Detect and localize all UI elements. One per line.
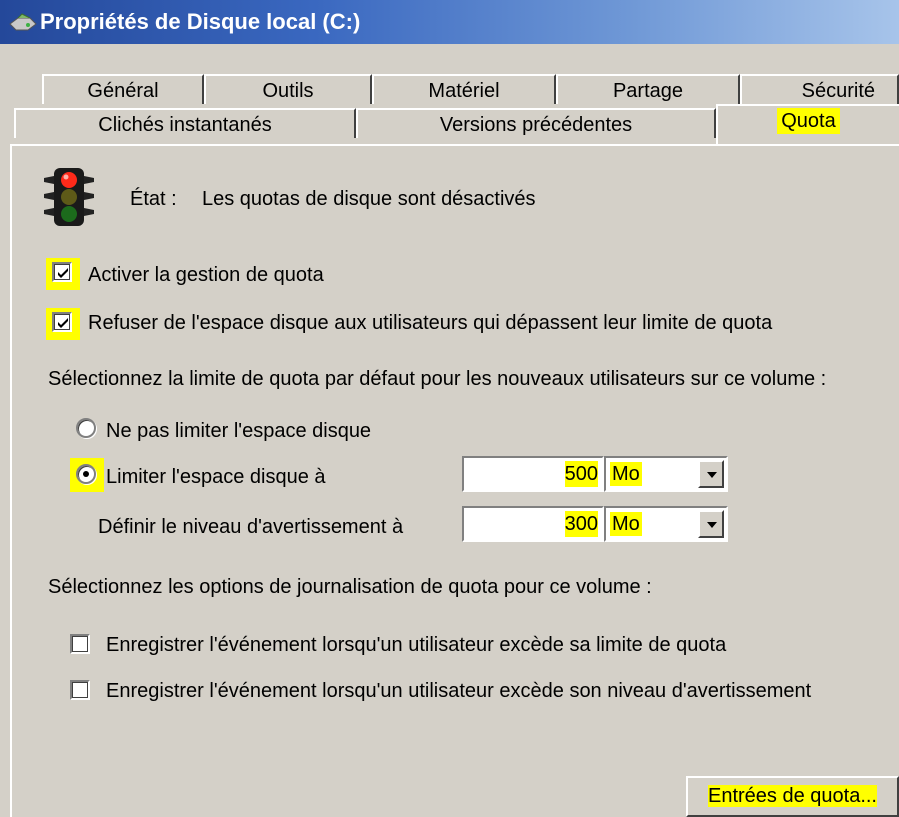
dropdown-arrow-icon[interactable] — [698, 460, 724, 488]
tab-versions-precedentes[interactable]: Versions précédentes — [356, 108, 716, 138]
tab-quota[interactable]: Quota — [716, 104, 899, 146]
limit-radio[interactable] — [76, 464, 96, 484]
tab-cliches-instantanes[interactable]: Clichés instantanés — [14, 108, 356, 138]
tab-partage[interactable]: Partage — [556, 74, 740, 104]
limit-label[interactable]: Limiter l'espace disque à — [106, 466, 326, 489]
enable-quota-label[interactable]: Activer la gestion de quota — [88, 264, 324, 287]
log-limit-checkbox[interactable] — [70, 634, 90, 654]
window-title: Propriétés de Disque local (C:) — [40, 9, 361, 34]
limit-unit-value: Mo — [610, 462, 642, 486]
log-warning-checkbox[interactable] — [70, 680, 90, 700]
default-limit-heading: Sélectionnez la limite de quota par défa… — [48, 368, 827, 390]
limit-value-input[interactable]: 500 — [462, 456, 604, 492]
warning-label: Définir le niveau d'avertissement à — [98, 516, 404, 538]
warning-unit-value: Mo — [610, 512, 642, 536]
log-limit-label[interactable]: Enregistrer l'événement lorsqu'un utilis… — [106, 634, 726, 657]
tab-materiel[interactable]: Matériel — [372, 74, 556, 104]
deny-space-checkbox[interactable] — [52, 312, 72, 332]
tab-securite[interactable]: Sécurité — [740, 74, 899, 104]
warning-value-input[interactable]: 300 — [462, 506, 604, 542]
status-label: État : — [130, 188, 177, 210]
log-warning-label[interactable]: Enregistrer l'événement lorsqu'un utilis… — [106, 680, 811, 703]
traffic-light-icon — [44, 168, 94, 226]
warning-unit-select[interactable]: Mo — [604, 506, 728, 542]
limit-unit-select[interactable]: Mo — [604, 456, 728, 492]
tab-general[interactable]: Général — [42, 74, 204, 104]
dropdown-arrow-icon[interactable] — [698, 510, 724, 538]
drive-properties-icon — [9, 13, 37, 31]
status-text: Les quotas de disque sont désactivés — [202, 188, 536, 210]
no-limit-radio[interactable] — [76, 418, 96, 438]
checkmark-icon — [58, 318, 68, 328]
checkmark-icon — [58, 268, 68, 278]
deny-space-label[interactable]: Refuser de l'espace disque aux utilisate… — [88, 312, 772, 335]
no-limit-label[interactable]: Ne pas limiter l'espace disque — [106, 420, 371, 443]
logging-heading: Sélectionnez les options de journalisati… — [48, 576, 652, 598]
title-bar[interactable]: Propriétés de Disque local (C:) — [0, 0, 899, 44]
tab-outils[interactable]: Outils — [204, 74, 372, 104]
radio-dot-icon — [83, 471, 89, 477]
quota-entries-button[interactable]: Entrées de quota... — [686, 776, 899, 817]
enable-quota-checkbox[interactable] — [52, 262, 72, 282]
